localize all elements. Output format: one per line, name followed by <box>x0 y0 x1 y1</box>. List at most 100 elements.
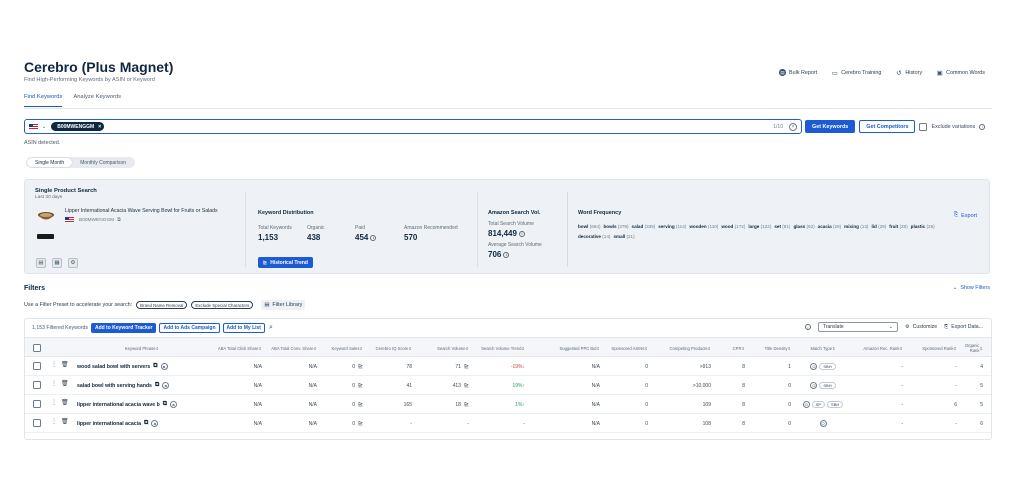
mini-chart-icon[interactable]: ⊵ <box>358 420 363 427</box>
delete-icon[interactable]: 🗑 <box>61 361 69 368</box>
mini-chart-icon[interactable]: ⊵ <box>358 363 363 370</box>
tab-find-keywords[interactable]: Find Keywords <box>24 94 63 107</box>
external-link-icon[interactable]: ⧉ <box>155 382 159 389</box>
add-to-my-list-button[interactable]: Add to My List <box>222 323 265 333</box>
column-header-kw[interactable]: Keyword Phrase ⇕ <box>77 338 207 358</box>
filtered-count: 1,153 Filtered Keywords <box>32 325 88 331</box>
add-to-ads-campaign-button[interactable]: Add to Ads Campaign <box>159 323 220 333</box>
get-competitors-button[interactable]: Get Competitors <box>859 120 916 133</box>
get-keywords-button[interactable]: Get Keywords <box>805 120 856 133</box>
column-header-ppc[interactable]: Suggested PPC Bid ⇕ <box>530 338 600 358</box>
common-words-button[interactable]: ▣ Common Words <box>933 67 988 78</box>
row-checkbox[interactable] <box>33 381 41 389</box>
preset-brand-name-removal[interactable]: Brand Name Removal <box>136 301 188 309</box>
table-row[interactable]: ⋮ 🗑 lipper international acacia wave b ⧉ a N/… <box>25 395 991 414</box>
row-checkbox[interactable] <box>33 400 41 408</box>
info-icon[interactable]: i <box>518 230 525 237</box>
info-icon[interactable]: i <box>503 251 510 258</box>
table-row[interactable]: ⋮ 🗑 wood salad bowl with servers ⧉ a N/A N/A 0 ⊵… <box>25 357 991 376</box>
row-checkbox[interactable] <box>33 362 41 370</box>
table-row[interactable]: ⋮ 🗑 lipper international acacia ⧉ a N/A N/A 0 ⊵ -… <box>25 414 991 433</box>
mini-chart-icon[interactable]: ⊵ <box>358 382 363 389</box>
asin-search-input[interactable]: ⌄ B00MWENGGM × 1/10 × <box>24 119 802 134</box>
more-options-icon[interactable]: ⋮ <box>51 361 57 368</box>
amazon-icon[interactable]: a <box>160 363 168 370</box>
copy-icon[interactable]: ⧉ <box>117 217 120 223</box>
reports-icon[interactable]: ▤ <box>36 258 46 268</box>
cell-kw[interactable]: wood salad bowl with servers ⧉ a <box>77 357 207 376</box>
filter-library-button[interactable]: ▤ Filter Library <box>261 300 306 310</box>
select-all-checkbox[interactable] <box>33 344 41 352</box>
column-header-cpr[interactable]: CPR ⇕ <box>715 338 745 358</box>
more-options-icon[interactable]: ⋮ <box>51 399 57 406</box>
delete-icon[interactable]: 🗑 <box>61 380 69 387</box>
library-icon: ▤ <box>264 302 270 308</box>
column-header-orank[interactable]: Organic Rank ⇕ <box>959 338 983 358</box>
clear-icon[interactable]: × <box>789 122 797 131</box>
table-row[interactable]: ⋮ 🗑 salad bowl with serving hands ⧉ a N/A N/A 0… <box>25 376 991 395</box>
column-header-sales[interactable]: Keyword Sales ⇕ <box>323 338 363 358</box>
word-frequency-export[interactable]: ⎘ Export <box>954 212 977 219</box>
cerebro-training-button[interactable]: ▭ Cerebro Training <box>828 67 884 78</box>
external-link-icon[interactable]: ⧉ <box>153 363 157 370</box>
info-icon[interactable]: i <box>804 324 811 330</box>
amazon-link-icon[interactable]: ▦ <box>52 258 62 268</box>
exclude-variations-checkbox[interactable] <box>919 122 928 131</box>
asin-chip[interactable]: B00MWENGGM × <box>51 122 105 131</box>
mini-chart-icon[interactable]: ⊵ <box>464 401 469 408</box>
column-header-sv[interactable]: Search Volume ⇕ <box>417 338 469 358</box>
column-header-trend[interactable]: Search Volume Trend ⇕ <box>473 338 525 358</box>
show-filters-button[interactable]: ⌄ Show Filters <box>953 285 990 291</box>
single-month-option[interactable]: Single Month <box>27 158 73 167</box>
column-header-spons[interactable]: Sponsored ASINs ⇕ <box>610 338 648 358</box>
word-frequency-word: mixing <box>844 224 859 229</box>
column-header-click[interactable]: ABA Total Click Share ⇕ <box>210 338 262 358</box>
customize-button[interactable]: ⚙ Customize <box>905 324 937 330</box>
cell-match: O SP SBH <box>797 395 849 414</box>
amazon-icon[interactable]: a <box>170 401 178 408</box>
mini-chart-icon[interactable]: ⊵ <box>464 382 469 389</box>
more-options-icon[interactable]: ⋮ <box>51 418 57 425</box>
row-checkbox[interactable] <box>33 419 41 427</box>
product-name[interactable]: Lipper International Acacia Wave Serving… <box>65 208 218 214</box>
search-icon[interactable]: ⌕ <box>269 324 273 332</box>
translate-select[interactable]: Translate ⌄ <box>817 322 898 332</box>
us-flag-icon[interactable] <box>29 123 38 130</box>
history-button[interactable]: ↺ History <box>892 67 925 78</box>
info-icon[interactable]: i <box>979 123 986 130</box>
tab-analyze-keywords[interactable]: Analyze Keywords <box>73 94 121 107</box>
historical-trend-button[interactable]: ⊵ Historical Trend <box>258 257 313 268</box>
match-type-badge: SBH <box>827 401 844 408</box>
mini-chart-icon[interactable]: ⊵ <box>464 363 469 370</box>
external-link-icon[interactable]: ⧉ <box>163 401 167 408</box>
close-icon[interactable]: × <box>98 124 101 130</box>
delete-icon[interactable]: 🗑 <box>61 418 69 425</box>
column-header-srank[interactable]: Sponsored Rank ⇕ <box>909 338 957 358</box>
info-icon[interactable]: i <box>370 234 377 241</box>
external-link-icon[interactable]: ⧉ <box>144 420 148 427</box>
mini-chart-icon[interactable]: ⊵ <box>358 401 363 408</box>
product-actions: ▤ ▦ ⚙ <box>36 258 78 268</box>
export-data-button[interactable]: ⎘ Export Data... <box>944 324 983 331</box>
more-options-icon[interactable]: ⋮ <box>51 380 57 387</box>
add-to-keyword-tracker-button[interactable]: Add to Keyword Tracker <box>90 323 157 333</box>
column-header-comp[interactable]: Competing Products ⇕ <box>653 338 711 358</box>
cell-kw[interactable]: lipper international acacia wave b ⧉ a <box>77 395 207 414</box>
settings-icon[interactable]: ⚙ <box>68 258 78 268</box>
cell-kw[interactable]: lipper international acacia ⧉ a <box>77 414 207 433</box>
amazon-icon[interactable]: a <box>162 382 170 389</box>
monthly-comparison-option[interactable]: Monthly Comparison <box>72 158 134 167</box>
word-frequency-word: wood <box>721 224 734 229</box>
column-header-match[interactable]: Match Type ⇕ <box>797 338 849 358</box>
amazon-icon[interactable]: a <box>151 420 159 427</box>
preset-exclude-special-characters[interactable]: Exclude Special Characters <box>191 301 254 309</box>
bulk-report-button[interactable]: ▤ Bulk Report <box>776 67 820 78</box>
word-frequency-count: (28) <box>833 224 842 229</box>
column-header-iq[interactable]: Cerebro IQ Score ⇕ <box>370 338 412 358</box>
column-header-td[interactable]: Title Density ⇕ <box>747 338 791 358</box>
delete-icon[interactable]: 🗑 <box>61 399 69 406</box>
column-header-rec[interactable]: Amazon Rec. Rank ⇕ <box>855 338 903 358</box>
column-header-conv[interactable]: ABA Total Conv. Share ⇕ <box>265 338 317 358</box>
cell-kw[interactable]: salad bowl with serving hands ⧉ a <box>77 376 207 395</box>
chevron-down-icon[interactable]: ⌄ <box>42 124 46 130</box>
